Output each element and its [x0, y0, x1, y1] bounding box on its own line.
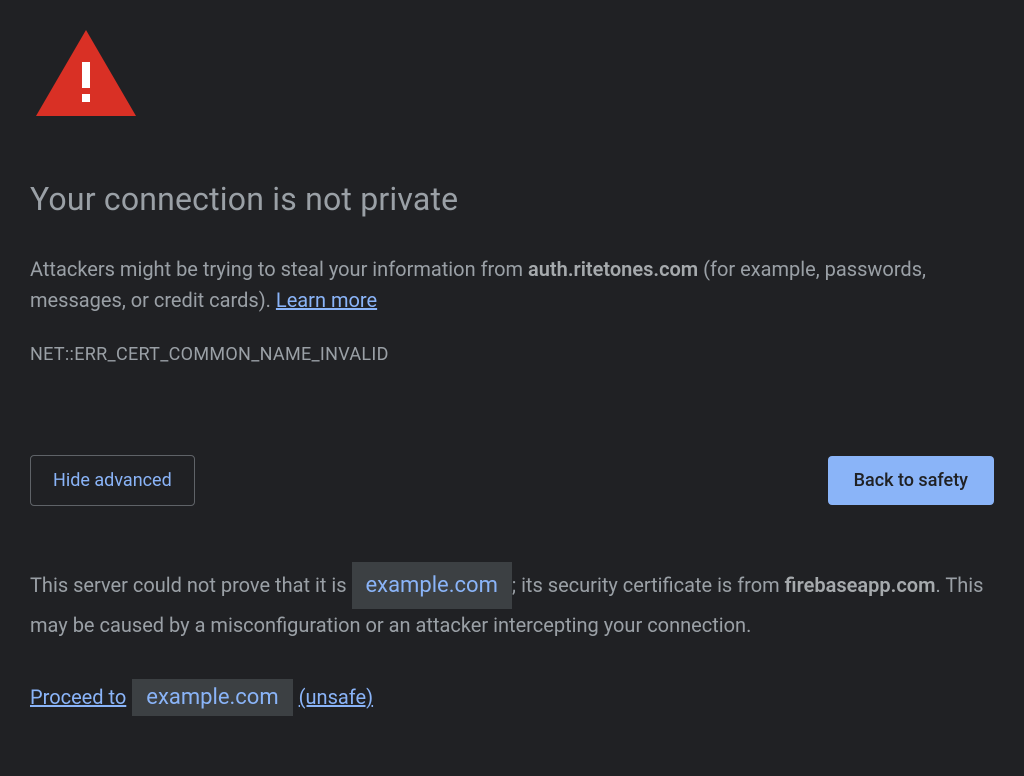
warning-description: Attackers might be trying to steal your …: [30, 254, 994, 316]
description-prefix: Attackers might be trying to steal your …: [30, 257, 528, 281]
description-domain: auth.ritetones.com: [528, 257, 698, 281]
proceed-link-suffix[interactable]: (unsafe): [299, 685, 373, 709]
redacted-domain-1: example.com: [352, 562, 512, 609]
cert-domain: firebaseapp.com: [785, 573, 936, 597]
details-part1: This server could not prove that it is: [30, 573, 352, 597]
details-part2: ; its security certificate is from: [512, 573, 785, 597]
learn-more-link[interactable]: Learn more: [276, 288, 377, 312]
button-row: Hide advanced Back to safety: [30, 455, 994, 506]
hide-advanced-button[interactable]: Hide advanced: [30, 455, 195, 506]
redacted-domain-2: example.com: [132, 679, 292, 716]
warning-triangle-icon: [36, 30, 994, 120]
proceed-link-prefix[interactable]: Proceed to: [30, 685, 126, 709]
proceed-row: Proceed to example.com (unsafe): [30, 679, 994, 716]
error-code: NET::ERR_CERT_COMMON_NAME_INVALID: [30, 344, 994, 365]
certificate-details: This server could not prove that it is e…: [30, 562, 994, 641]
back-to-safety-button[interactable]: Back to safety: [828, 456, 994, 505]
page-title: Your connection is not private: [30, 180, 994, 218]
